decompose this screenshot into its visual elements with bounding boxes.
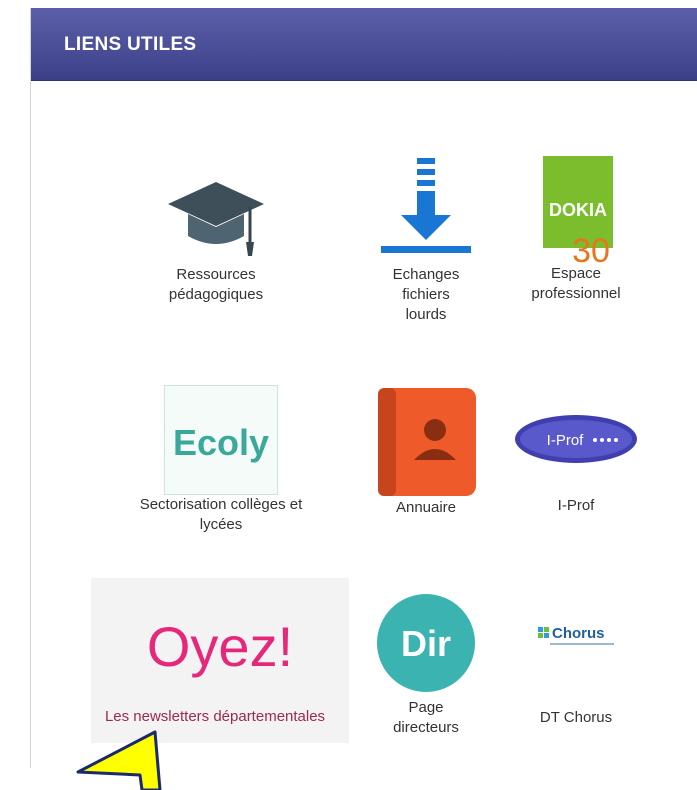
link-label: Espace professionnel bbox=[531, 265, 621, 302]
panel-header: LIENS UTILES bbox=[31, 8, 697, 81]
svg-text:Oyez!: Oyez! bbox=[147, 615, 293, 678]
panel-title: LIENS UTILES bbox=[64, 34, 197, 55]
link-echanges-fichiers-lourds[interactable]: Echanges fichiers lourds bbox=[371, 158, 481, 348]
link-label: Ressources pédagogiques bbox=[168, 266, 264, 303]
link-sectorisation[interactable]: Ecoly Sectorisation collèges et lycées bbox=[86, 385, 356, 555]
link-page-directeurs[interactable]: Dir Page directeurs bbox=[376, 593, 476, 753]
svg-text:DOKIA: DOKIA bbox=[549, 200, 607, 220]
link-ressources-pedagogiques[interactable]: Ressources pédagogiques bbox=[116, 168, 316, 303]
svg-text:I-Prof: I-Prof bbox=[547, 432, 585, 449]
link-annuaire[interactable]: Annuaire bbox=[371, 388, 481, 538]
graduation-cap-icon bbox=[168, 182, 264, 256]
iprof-logo: I-Prof bbox=[515, 415, 637, 463]
dir-badge: Dir bbox=[377, 594, 475, 692]
chorus-logo: Chorus bbox=[538, 625, 614, 645]
yellow-arrow-pointer bbox=[76, 730, 162, 790]
link-label: Sectorisation collèges et lycées bbox=[139, 496, 303, 533]
link-label: I-Prof bbox=[557, 497, 595, 514]
link-label: Echanges fichiers lourds bbox=[392, 266, 460, 323]
svg-text:Dir: Dir bbox=[401, 623, 451, 664]
link-espace-professionnel[interactable]: DOKIA 30 Espace professionnel bbox=[511, 156, 641, 326]
svg-text:Les newsletters départementale: Les newsletters départementales bbox=[105, 708, 325, 725]
download-icon bbox=[381, 158, 471, 253]
svg-text:Ecoly: Ecoly bbox=[173, 422, 269, 463]
link-label: DT Chorus bbox=[539, 709, 613, 726]
link-label: Annuaire bbox=[395, 499, 457, 516]
oyez-banner: Oyez! Les newsletters départementales bbox=[91, 578, 349, 743]
svg-text:30: 30 bbox=[572, 232, 610, 266]
dokia-logo: DOKIA 30 bbox=[543, 156, 613, 266]
ecoly-logo: Ecoly bbox=[164, 385, 278, 495]
link-iprof[interactable]: I-Prof I-Prof bbox=[511, 413, 641, 523]
link-label: Page directeurs bbox=[393, 699, 459, 736]
address-book-icon bbox=[378, 388, 476, 496]
svg-text:Chorus: Chorus bbox=[552, 625, 605, 642]
link-oyez-newsletters[interactable]: Oyez! Les newsletters départementales bbox=[91, 578, 349, 743]
useful-links-panel: LIENS UTILES Ressources pédagogiques Ech… bbox=[30, 8, 697, 768]
link-dt-chorus[interactable]: Chorus DT Chorus bbox=[511, 613, 641, 733]
